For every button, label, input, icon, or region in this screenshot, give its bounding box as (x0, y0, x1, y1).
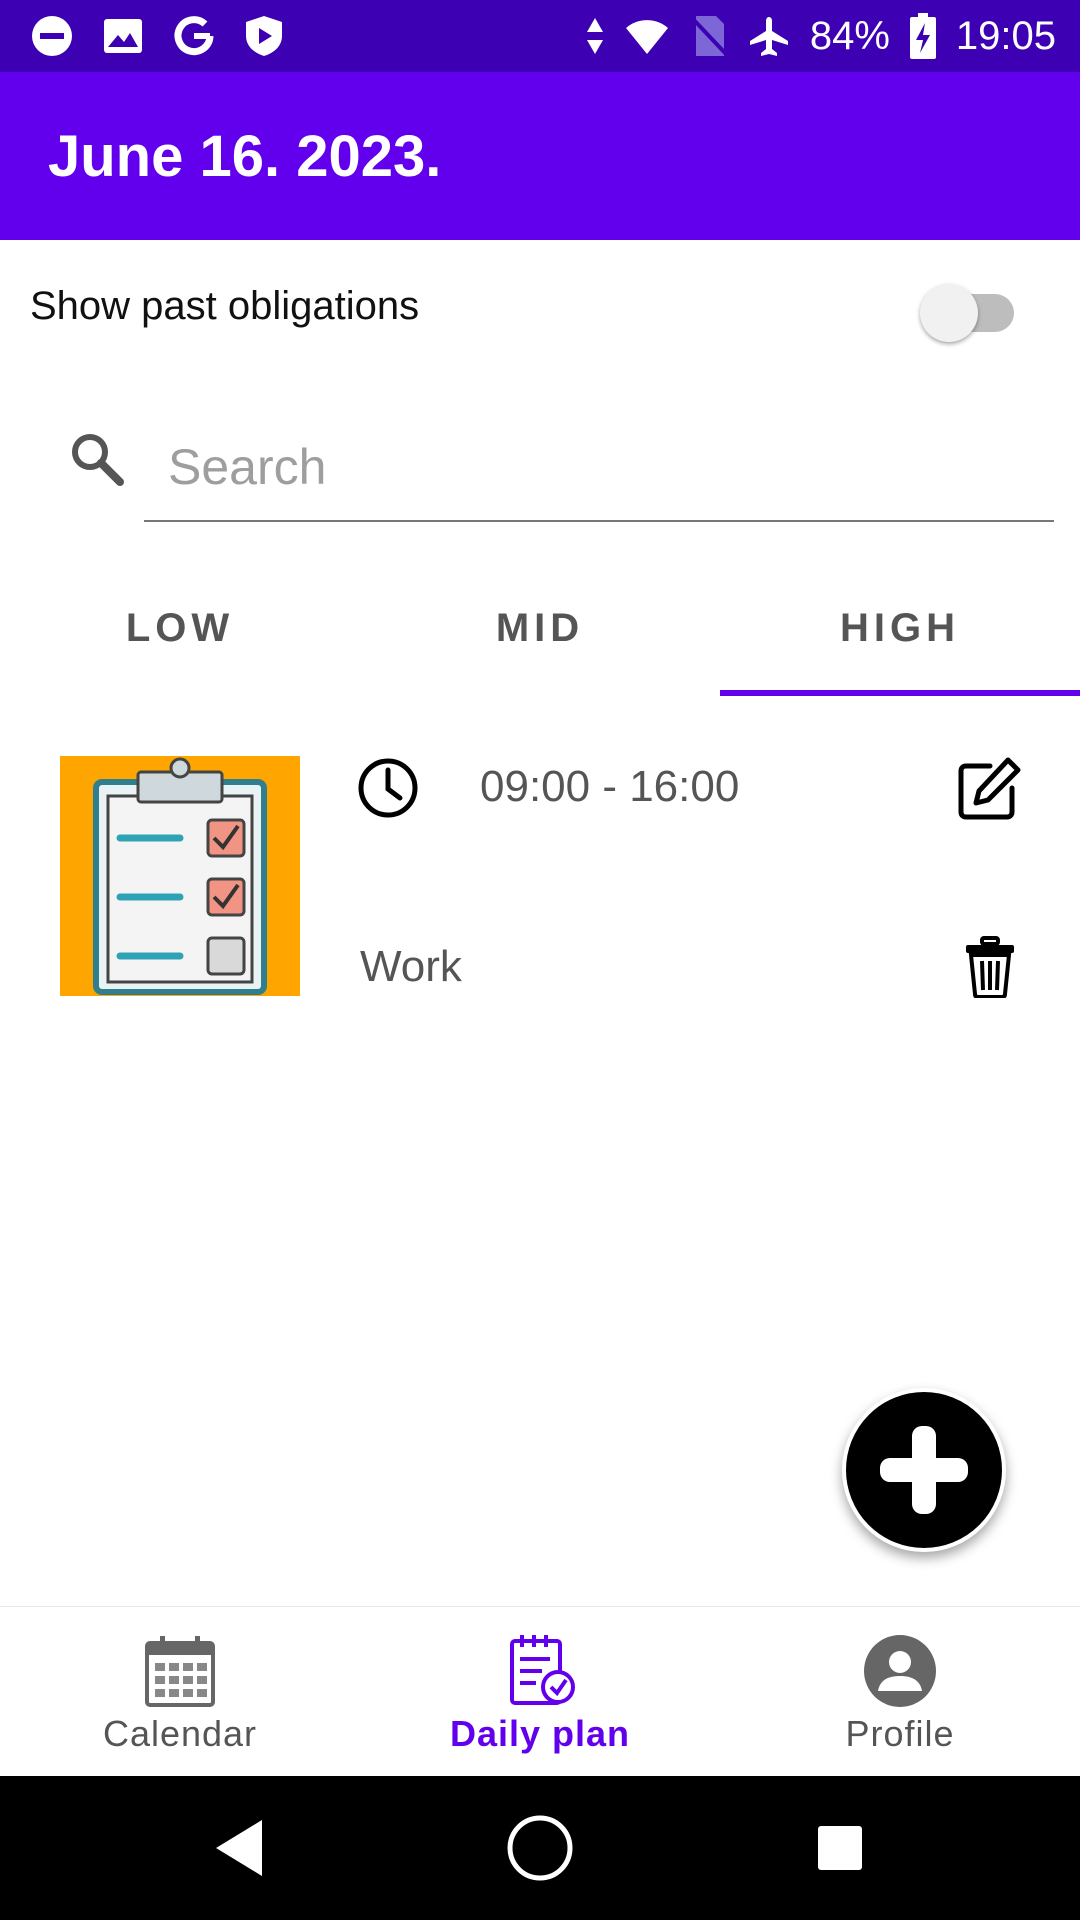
nav-item-profile[interactable]: Profile (720, 1607, 1080, 1777)
wifi-icon (625, 20, 668, 54)
calendar-icon (145, 1636, 215, 1707)
nav-item-daily-plan[interactable]: Daily plan (360, 1607, 720, 1777)
obligation-time: 09:00 - 16:00 (480, 762, 740, 811)
page-title: June 16. 2023. (48, 123, 442, 189)
recents-button[interactable] (800, 1776, 880, 1920)
home-button[interactable] (500, 1776, 580, 1920)
do-not-disturb-icon (32, 16, 72, 56)
add-obligation-button[interactable] (842, 1388, 1006, 1552)
home-icon (507, 1815, 573, 1881)
recents-icon (818, 1826, 862, 1870)
plus-icon (880, 1426, 968, 1514)
search-icon (72, 434, 124, 486)
back-button[interactable] (200, 1776, 280, 1920)
search-input[interactable] (144, 414, 1054, 522)
show-past-obligations-label: Show past obligations (30, 284, 420, 328)
toggle-thumb[interactable] (920, 284, 978, 342)
google-icon (174, 16, 214, 56)
data-transfer-icon (586, 18, 603, 54)
nav-label-calendar: Calendar (102, 1713, 258, 1754)
bottom-navigation: Calendar Daily plan Profile (0, 1606, 1080, 1777)
tab-high[interactable]: HIGH (720, 560, 1080, 696)
battery-percentage: 84% (809, 13, 890, 58)
nav-item-calendar[interactable]: Calendar (0, 1607, 360, 1777)
airplane-mode-icon (749, 17, 788, 56)
shield-play-icon (246, 16, 282, 56)
status-bar: 84% 19:05 (0, 0, 1080, 72)
tab-selected-indicator (720, 690, 1080, 696)
tab-mid[interactable]: MID (360, 560, 720, 696)
clock-time: 19:05 (955, 13, 1056, 58)
edit-icon[interactable] (956, 756, 1022, 822)
clock-icon (358, 758, 418, 818)
battery-charging-icon (909, 13, 936, 59)
nav-label-daily-plan: Daily plan (449, 1713, 631, 1754)
profile-icon (864, 1635, 936, 1707)
gallery-icon (104, 19, 142, 53)
system-navigation-bar (0, 1776, 1080, 1920)
daily-plan-icon (510, 1635, 575, 1705)
delete-icon[interactable] (964, 936, 1016, 998)
tab-low[interactable]: LOW (0, 560, 360, 696)
clipboard-checklist-icon (60, 756, 300, 996)
app-header: June 16. 2023. (0, 72, 1080, 240)
obligation-name: Work (360, 942, 462, 991)
no-sim-icon (690, 16, 728, 56)
nav-label-profile: Profile (845, 1713, 955, 1754)
back-icon (216, 1820, 262, 1876)
